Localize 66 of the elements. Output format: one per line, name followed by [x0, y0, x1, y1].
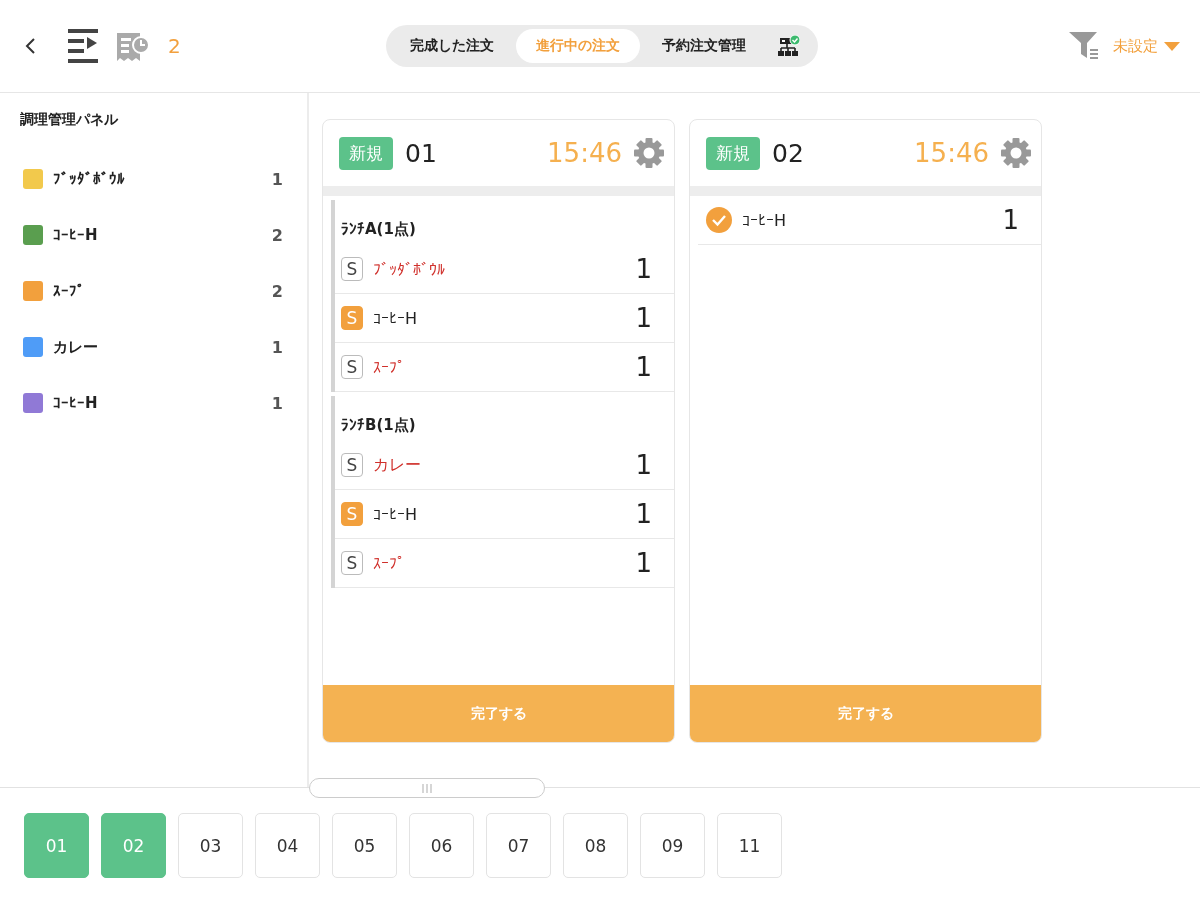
order-number: 02 — [772, 138, 805, 168]
item-quantity: 1 — [635, 499, 652, 529]
table-button[interactable]: 09 — [640, 813, 705, 878]
item-quantity: 1 — [635, 254, 652, 284]
back-button[interactable] — [24, 37, 36, 55]
dish-count: 2 — [271, 225, 283, 245]
item-quantity: 1 — [635, 303, 652, 333]
table-button[interactable]: 06 — [409, 813, 474, 878]
status-badge: 新規 — [706, 136, 760, 170]
item-name: ｽｰﾌﾟ — [373, 357, 406, 377]
set-title: ﾗﾝﾁA(1点) — [340, 219, 417, 240]
size-tag: S — [341, 453, 363, 477]
list-play-icon — [68, 29, 98, 63]
grip-lines-icon — [422, 783, 432, 793]
set-title: ﾗﾝﾁB(1点) — [340, 415, 417, 436]
panel-title: 調理管理パネル — [20, 111, 119, 129]
dish-name: ｺｰﾋｰH — [53, 226, 99, 244]
settings-icon — [634, 138, 664, 168]
dish-count: 1 — [271, 337, 283, 357]
dish-name: ｺｰﾋｰH — [53, 394, 99, 412]
settings-icon — [1001, 138, 1031, 168]
item-name: ｺｰﾋｰH — [742, 210, 788, 230]
table-button[interactable]: 05 — [332, 813, 397, 878]
dish-name: ｽｰﾌﾟ — [53, 282, 86, 300]
item-name: カレー — [373, 454, 422, 476]
item-quantity: 1 — [635, 352, 652, 382]
dish-name: ﾌﾞｯﾀﾞﾎﾞｳﾙ — [53, 170, 126, 188]
order-number: 01 — [405, 138, 438, 168]
size-tag: S — [341, 306, 363, 330]
network-check-icon — [778, 35, 800, 57]
table-button[interactable]: 03 — [178, 813, 243, 878]
check-circle-icon — [706, 207, 732, 233]
size-tag: S — [341, 551, 363, 575]
item-name: ﾌﾞｯﾀﾞﾎﾞｳﾙ — [373, 259, 446, 279]
size-tag: S — [341, 502, 363, 526]
pending-count: 2 — [168, 34, 181, 58]
filter-list-icon — [1069, 32, 1099, 60]
item-quantity: 1 — [1002, 205, 1019, 235]
size-tag: S — [341, 355, 363, 379]
order-tab[interactable]: 予約注文管理 — [642, 29, 766, 63]
scroll-handle[interactable] — [309, 778, 545, 798]
order-tab[interactable]: 完成した注文 — [390, 29, 514, 63]
status-badge: 新規 — [339, 136, 393, 170]
settings-button[interactable] — [1001, 138, 1031, 168]
receipt-clock-icon — [116, 30, 150, 62]
settings-button[interactable] — [634, 138, 664, 168]
table-button[interactable]: 07 — [486, 813, 551, 878]
receipt-clock-button[interactable] — [116, 30, 150, 62]
order-list-button[interactable] — [68, 29, 98, 63]
dish-count: 1 — [271, 169, 283, 189]
table-button[interactable]: 08 — [563, 813, 628, 878]
chevron-left-icon — [24, 37, 36, 55]
item-quantity: 1 — [635, 548, 652, 578]
dish-name: カレー — [53, 337, 99, 357]
order-time: 15:46 — [547, 138, 622, 168]
item-name: ｽｰﾌﾟ — [373, 553, 406, 573]
order-time: 15:46 — [914, 138, 989, 168]
table-button[interactable]: 11 — [717, 813, 782, 878]
caret-down-icon — [1164, 41, 1180, 51]
table-button[interactable]: 04 — [255, 813, 320, 878]
dish-count: 2 — [271, 281, 283, 301]
item-name: ｺｰﾋｰH — [373, 504, 419, 524]
item-quantity: 1 — [635, 450, 652, 480]
item-name: ｺｰﾋｰH — [373, 308, 419, 328]
size-tag: S — [341, 257, 363, 281]
dish-count: 1 — [271, 393, 283, 413]
